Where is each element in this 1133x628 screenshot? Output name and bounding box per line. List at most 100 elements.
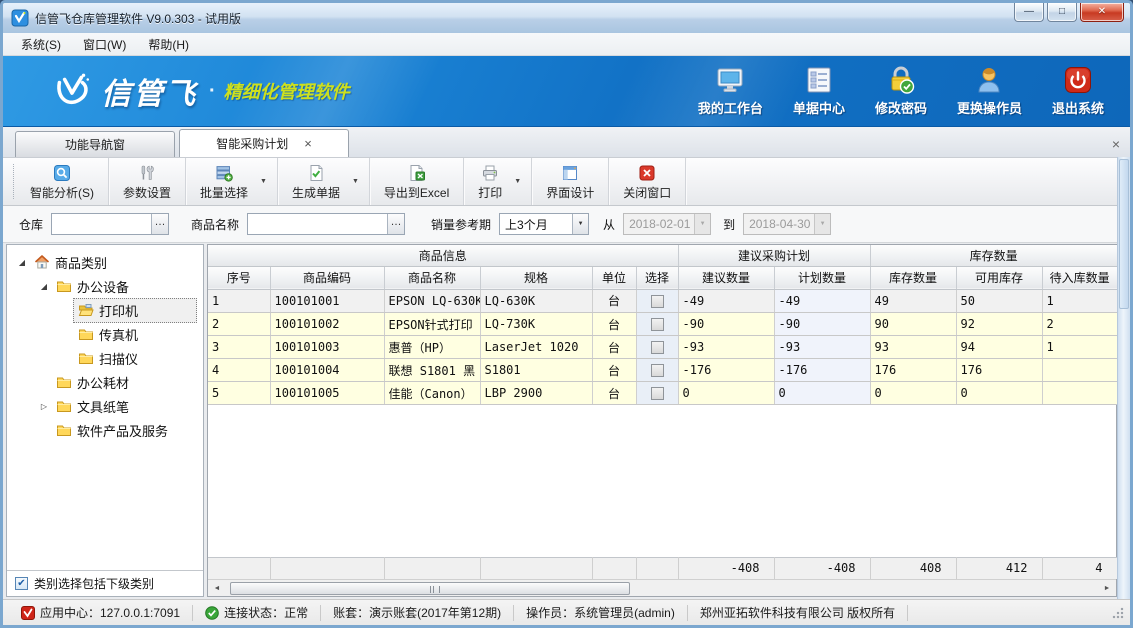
summary-row: -408 -408 408 412 4	[208, 557, 1117, 579]
exit-system-button[interactable]: 退出系统	[1052, 65, 1104, 117]
tree-node-stationery[interactable]: ▷ 文具纸笔	[7, 394, 203, 418]
table-row[interactable]: 3 100101003 惠普（HP） LaserJet 1020 台 -93 -…	[208, 336, 1117, 359]
col-product-code[interactable]: 商品编码	[270, 266, 384, 289]
generate-doc-icon	[307, 164, 325, 182]
to-date-value: 2018-04-30	[744, 214, 814, 234]
tab-close-icon[interactable]: ×	[304, 137, 312, 150]
scroll-right-icon[interactable]: ►	[1100, 585, 1114, 592]
menu-system[interactable]: 系统(S)	[11, 34, 71, 55]
menu-window[interactable]: 窗口(W)	[73, 34, 136, 55]
brand: 信管飞 · 精细化管理软件	[51, 69, 350, 113]
documents-icon	[804, 65, 834, 95]
table-row[interactable]: 5 100101005 佳能（Canon） LBP 2900 台 0 0 0 0	[208, 382, 1117, 405]
sales-period-value: 上3个月	[500, 214, 572, 234]
status-operator: 操作员：系统管理员(admin)	[514, 605, 688, 621]
row-select-checkbox[interactable]	[651, 364, 664, 377]
row-select-checkbox[interactable]	[651, 341, 664, 354]
app-window: 信管飞仓库管理软件 V9.0.303 - 试用版 — □ ✕ 系统(S) 窗口(…	[0, 0, 1133, 628]
expander-open-icon[interactable]: ◢	[37, 282, 51, 291]
warehouse-browse-button[interactable]: …	[151, 214, 168, 234]
sales-period-select[interactable]: 上3个月 ▼	[499, 213, 589, 235]
include-subcategory-checkbox[interactable]: ✔	[15, 577, 28, 590]
tree-node-fax[interactable]: 传真机	[7, 322, 203, 346]
summary-available-qty: 412	[956, 557, 1042, 579]
print-button[interactable]: 打印	[470, 161, 510, 203]
tree-node-software-services[interactable]: 软件产品及服务	[7, 418, 203, 442]
col-seq[interactable]: 序号	[208, 266, 270, 289]
vertical-scrollbar[interactable]	[1117, 157, 1130, 599]
close-button[interactable]: ✕	[1080, 3, 1124, 22]
col-available-qty[interactable]: 可用库存	[956, 266, 1042, 289]
title-bar: 信管飞仓库管理软件 V9.0.303 - 试用版 — □ ✕	[3, 3, 1130, 33]
toolbar-grip[interactable]	[7, 164, 14, 199]
chevron-down-icon[interactable]: ▼	[572, 214, 588, 234]
switch-operator-button[interactable]: 更换操作员	[957, 65, 1022, 117]
row-select-checkbox[interactable]	[651, 295, 664, 308]
tree-node-printer[interactable]: 打印机	[7, 298, 203, 322]
col-plan-qty[interactable]: 计划数量	[774, 266, 870, 289]
expander-open-icon[interactable]: ◢	[15, 258, 29, 267]
folder-icon	[56, 398, 72, 414]
generate-document-button[interactable]: 生成单据	[284, 161, 348, 203]
home-icon	[34, 254, 50, 270]
table-row[interactable]: 1 100101001 EPSON LQ-630K LQ-630K 台 -49 …	[208, 290, 1117, 313]
close-window-button[interactable]: 关闭窗口	[615, 161, 679, 203]
col-select[interactable]: 选择	[636, 266, 678, 289]
horizontal-scrollbar[interactable]: ◄ ►	[208, 579, 1116, 596]
parameter-settings-button[interactable]: 参数设置	[115, 161, 179, 203]
sales-period-label: 销量参考期	[431, 216, 491, 233]
menu-help[interactable]: 帮助(H)	[138, 34, 199, 55]
print-dropdown-icon[interactable]: ▼	[510, 178, 525, 185]
to-label: 到	[723, 216, 735, 233]
col-suggest-qty[interactable]: 建议数量	[678, 266, 774, 289]
status-app-center: 应用中心：127.0.0.1:7091	[9, 605, 193, 621]
warehouse-input[interactable]	[52, 214, 151, 234]
from-date-select[interactable]: 2018-02-01 ▼	[623, 213, 711, 235]
product-browse-button[interactable]: …	[387, 214, 404, 234]
tree-node-office-equipment[interactable]: ◢ 办公设备	[7, 274, 203, 298]
workbench-button[interactable]: 我的工作台	[698, 65, 763, 117]
tree-node-root[interactable]: ◢ 商品类别	[7, 250, 203, 274]
app-center-icon	[21, 606, 35, 620]
col-unit[interactable]: 单位	[592, 266, 636, 289]
batch-select-button[interactable]: 批量选择	[192, 161, 256, 203]
ui-design-button[interactable]: 界面设计	[538, 161, 602, 203]
tree-node-scanner[interactable]: 扫描仪	[7, 346, 203, 370]
col-inbound-qty[interactable]: 待入库数量	[1042, 266, 1117, 289]
product-name-input[interactable]	[248, 214, 387, 234]
menu-bar: 系统(S) 窗口(W) 帮助(H)	[3, 33, 1130, 56]
table-row[interactable]: 4 100101004 联想 S1801 黑 S1801 台 -176 -176…	[208, 359, 1117, 382]
tab-label: 智能采购计划	[216, 135, 288, 152]
change-password-button[interactable]: 修改密码	[875, 65, 927, 117]
col-product-name[interactable]: 商品名称	[384, 266, 480, 289]
col-spec[interactable]: 规格	[480, 266, 592, 289]
batch-select-dropdown-icon[interactable]: ▼	[256, 178, 271, 185]
resize-grip[interactable]	[1112, 607, 1124, 619]
generate-document-dropdown-icon[interactable]: ▼	[348, 178, 363, 185]
scroll-left-icon[interactable]: ◄	[210, 585, 224, 592]
change-password-label: 修改密码	[875, 98, 927, 117]
tab-smart-purchase-plan[interactable]: 智能采购计划 ×	[179, 129, 349, 157]
to-date-select[interactable]: 2018-04-30 ▼	[743, 213, 831, 235]
vertical-scroll-thumb[interactable]	[1119, 159, 1129, 309]
tree-node-office-supplies[interactable]: 办公耗材	[7, 370, 203, 394]
maximize-button[interactable]: □	[1047, 3, 1077, 22]
summary-suggest-qty: -408	[678, 557, 774, 579]
print-icon	[481, 164, 499, 182]
horizontal-scroll-thumb[interactable]	[230, 582, 630, 595]
expander-closed-icon[interactable]: ▷	[37, 402, 51, 411]
col-stock-qty[interactable]: 库存数量	[870, 266, 956, 289]
row-select-checkbox[interactable]	[651, 387, 664, 400]
export-excel-button[interactable]: 导出到Excel	[376, 161, 457, 203]
tabstrip-close-icon[interactable]: ×	[1112, 137, 1120, 151]
smart-analysis-button[interactable]: 智能分析(S)	[22, 161, 102, 203]
warehouse-field: …	[51, 213, 169, 235]
banner-actions: 我的工作台 单据中心	[698, 65, 1130, 117]
row-select-checkbox[interactable]	[651, 318, 664, 331]
document-center-button[interactable]: 单据中心	[793, 65, 845, 117]
tab-function-navigator[interactable]: 功能导航窗	[15, 131, 175, 157]
tab-label: 功能导航窗	[65, 136, 125, 153]
minimize-button[interactable]: —	[1014, 3, 1044, 22]
table-row[interactable]: 2 100101002 EPSON针式打印 LQ-730K 台 -90 -90 …	[208, 313, 1117, 336]
export-excel-icon	[408, 164, 426, 182]
